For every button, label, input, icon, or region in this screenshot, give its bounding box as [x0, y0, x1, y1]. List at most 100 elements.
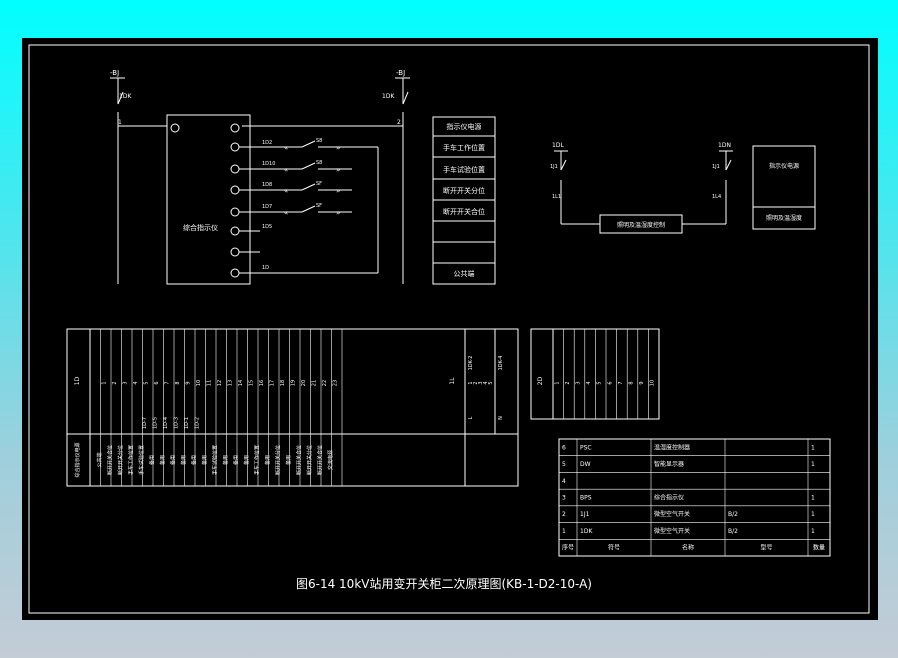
terminal-group: 1D-1: [184, 417, 190, 429]
terminal-number: 5: [143, 381, 149, 384]
function-label: 手车工作位置: [443, 143, 485, 152]
side-label: 1DK-4: [498, 356, 504, 371]
bom-header-cell: 序号: [562, 544, 574, 552]
svg-text:»: »: [336, 187, 340, 195]
schematic-drawing: -BJ 1DK 1 -BJ 1DK 2 综合指示仪 « » « » « » « …: [28, 44, 870, 614]
terminal-desc: 备用: [243, 455, 250, 465]
terminal-desc: 断开开关合位: [316, 445, 323, 475]
lighting-left-switch: 1J1: [550, 164, 558, 170]
terminal-label: 1D10: [262, 161, 275, 167]
bom-cell: 1J1: [580, 511, 590, 518]
drawing-canvas: -BJ 1DK 1 -BJ 1DK 2 综合指示仪 « » « » « » « …: [22, 38, 878, 620]
bom-cell: PSC: [580, 444, 592, 451]
terminal-number: 8: [175, 381, 181, 384]
terminal-group: 1D-7: [142, 417, 148, 429]
bom-cell: 智能显示器: [654, 460, 684, 468]
bus-left-label: -BJ: [110, 69, 119, 77]
terminal-number: 14: [238, 380, 244, 386]
svg-text:»: »: [336, 209, 340, 217]
terminal-number: 19: [290, 380, 296, 386]
terminal-desc: 备用: [148, 455, 155, 465]
terminal-desc: 公共端: [96, 452, 103, 467]
terminal-desc: 手车试验位置: [211, 445, 218, 475]
terminal-desc: 备用: [222, 455, 229, 465]
terminal-number: 10: [196, 380, 202, 386]
terminal-desc: 断开开关分位: [306, 445, 313, 475]
bom-cell: 微型空气开关: [654, 527, 690, 535]
bom-cell: DW: [580, 461, 591, 468]
terminal-number: 3: [576, 381, 582, 384]
breaker-left-label: 1DK: [119, 93, 132, 100]
terminal-desc: 断开开关合位: [106, 445, 113, 475]
contact-label: S8: [316, 138, 322, 144]
bom-cell: 1: [811, 511, 815, 518]
lighting-circuit: 1DL 1J1 1L1 1DN 1J1 1L4 照明及温湿度控制 指示仪电源 照…: [550, 142, 816, 234]
terminal-number: 23: [332, 380, 338, 386]
terminal-number: 4: [586, 381, 592, 384]
svg-text:»: »: [336, 166, 340, 174]
terminal-label: 1D5: [262, 224, 272, 230]
terminal-number: 13: [227, 380, 233, 386]
function-label: 断开开关分位: [443, 186, 485, 195]
node-left-label: 1: [118, 119, 122, 126]
bom-header-cell: 型号: [760, 544, 772, 552]
terminal-number: 17: [269, 380, 275, 386]
breaker-right-label: 1DK: [382, 93, 395, 100]
terminal-number: 10: [650, 380, 656, 386]
bom-cell: 综合指示仪: [654, 494, 684, 502]
terminal-number: 6: [154, 381, 160, 384]
terminal-desc: 交流电源: [327, 450, 334, 470]
bom-cell: 微型空气开关: [654, 510, 690, 518]
terminal-group: 1D-3: [173, 417, 179, 429]
lighting-left-bottom: 1L1: [552, 194, 561, 200]
terminal-block-id: 1D: [74, 376, 81, 385]
terminal-number: 9: [639, 381, 645, 384]
lighting-right-top: 1DN: [718, 142, 731, 149]
terminal-number: 20: [301, 380, 307, 386]
terminal-number: 16: [259, 380, 265, 386]
bom-cell: 1: [811, 444, 815, 451]
side-label: 1DK-2: [468, 356, 474, 371]
lighting-box-label: 指示仪电源: [769, 162, 799, 170]
side-label: N: [498, 416, 504, 420]
terminal-number: 2: [565, 381, 571, 384]
svg-text:«: «: [284, 187, 288, 195]
lighting-right-bottom: 1L4: [712, 194, 721, 200]
terminal-number: 2: [112, 381, 118, 384]
bill-of-materials: 6 PSC 温湿度控制器 1 5 DW 智能显示器 1 4 3 BPS 综合指示仪 1 2 1J1 微型空气开…: [558, 438, 831, 557]
terminal-number: 18: [280, 380, 286, 386]
terminal-desc: 备用: [190, 455, 197, 465]
terminal-desc: 断开开关分位: [117, 445, 124, 475]
terminal-desc: 备用: [180, 455, 187, 465]
terminal-desc: 手车试验位置: [138, 445, 145, 475]
terminal-number: 7: [618, 381, 624, 384]
terminal-number: 11: [206, 380, 212, 386]
function-label: 手车试验位置: [443, 165, 485, 174]
power-circuit: -BJ 1DK 1 -BJ 1DK 2 综合指示仪 « » « » « » « …: [110, 69, 410, 285]
terminal-side-col: 1L: [449, 377, 456, 385]
contact-label: SF: [316, 181, 322, 187]
terminal-number: 22: [322, 380, 328, 386]
terminal-number: 7: [164, 381, 170, 384]
terminal-block-2: 2D 1 2 3 4 5 6 7 8 9 10: [530, 328, 660, 420]
svg-text:«: «: [284, 144, 288, 152]
terminal-label: 1D: [262, 265, 269, 271]
terminal-number: 21: [311, 380, 317, 386]
terminal-block-2-id: 2D: [537, 376, 544, 385]
side-number: 5: [488, 381, 494, 384]
terminal-desc: 备用: [159, 455, 166, 465]
terminal-label: 1D7: [262, 204, 272, 210]
bom-cell: 5: [562, 461, 566, 468]
terminal-group: 1D-5: [152, 417, 158, 429]
bom-cell: 3: [562, 495, 566, 502]
terminal-number: 4: [133, 381, 139, 384]
bom-cell: 1: [811, 461, 815, 468]
bom-cell: 4: [562, 478, 566, 485]
lighting-box-label: 照明及温湿度: [766, 214, 802, 222]
drawing-caption: 图6-14 10kV站用变开关柜二次原理图(KB-1-D2-10-A): [296, 576, 592, 591]
node-right-label: 2: [397, 119, 401, 126]
lighting-right-switch: 1J1: [712, 164, 720, 170]
terminal-number: 1: [554, 381, 560, 384]
bom-cell: 2: [562, 511, 566, 518]
terminal-label: 1D8: [262, 182, 272, 188]
